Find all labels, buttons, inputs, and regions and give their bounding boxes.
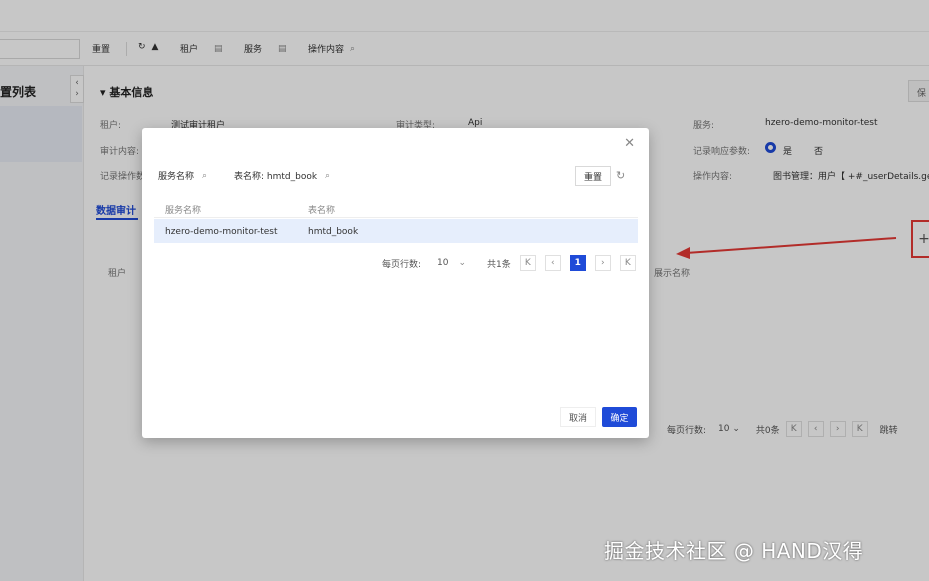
table-row[interactable]: hzero-demo-monitor-test hmtd_book	[154, 219, 638, 243]
page-number-button[interactable]: 1	[569, 255, 586, 271]
modal-pagination: 每页行数: 10 ⌄ 共1条 K ‹ 1 › K	[382, 254, 638, 272]
page-size-select[interactable]: 10 ⌄	[437, 258, 477, 268]
search-service-name[interactable]: 服务名称 ⌕	[158, 169, 208, 183]
next-page-icon[interactable]: ›	[594, 255, 611, 271]
search-table-name[interactable]: 表名称: hmtd_book ⌕	[234, 169, 331, 183]
cell-service: hzero-demo-monitor-test	[165, 227, 278, 237]
watermark: 掘金技术社区 @ HAND汉得	[604, 539, 864, 563]
search-icon: ⌕	[325, 170, 331, 181]
table-header: 服务名称 表名称	[154, 198, 638, 218]
search-icon: ⌕	[202, 170, 208, 181]
cancel-button[interactable]: 取消	[560, 407, 596, 427]
select-table-modal: ✕ 服务名称 ⌕ 表名称: hmtd_book ⌕ 重置 ↻ 服务名称 表名称 …	[142, 128, 649, 438]
column-service-name: 服务名称	[165, 206, 202, 216]
last-page-icon[interactable]: K	[619, 255, 636, 271]
close-icon[interactable]: ✕	[624, 136, 635, 151]
cell-table: hmtd_book	[308, 227, 359, 237]
chevron-down-icon: ⌄	[458, 258, 467, 268]
first-page-icon[interactable]: K	[519, 255, 536, 271]
refresh-icon[interactable]: ↻	[616, 169, 625, 182]
confirm-button[interactable]: 确定	[602, 407, 637, 427]
column-table-name: 表名称	[308, 206, 336, 216]
modal-reset-button[interactable]: 重置	[575, 166, 611, 186]
prev-page-icon[interactable]: ‹	[544, 255, 561, 271]
